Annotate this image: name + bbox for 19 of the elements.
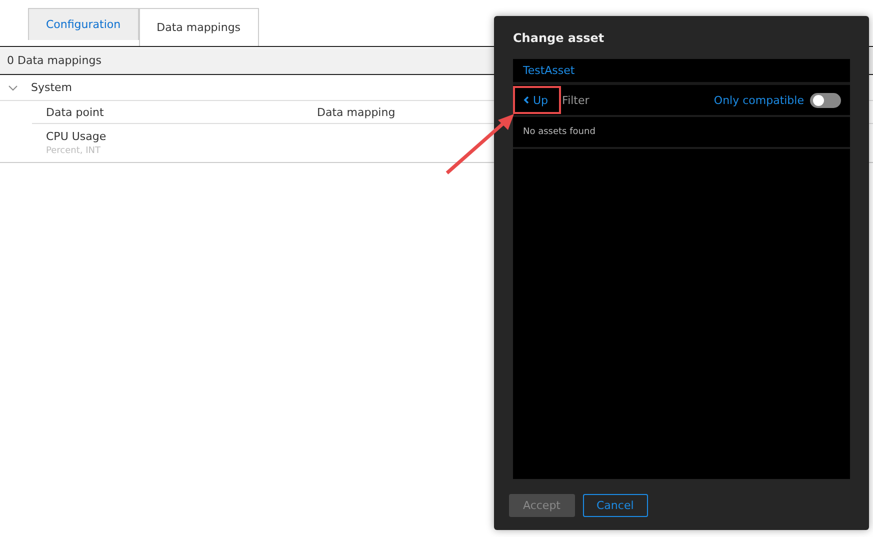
cancel-button[interactable]: Cancel <box>582 494 648 517</box>
empty-message: No assets found <box>513 117 850 149</box>
annotation-arrow <box>444 112 516 176</box>
chevron-icon <box>523 96 529 104</box>
up-button[interactable]: Up <box>523 94 554 106</box>
chevron-icon[interactable] <box>8 84 18 90</box>
highlight-frame <box>513 86 561 114</box>
data-point-type: Percent, INT <box>46 146 100 156</box>
group-label: System <box>31 81 72 94</box>
data-point-name: CPU Usage <box>46 130 106 143</box>
toggle-switch[interactable] <box>810 92 841 108</box>
column-header: Data point <box>46 106 105 118</box>
column-header: Data mapping <box>317 106 396 118</box>
dialog-title: Change asset <box>513 30 606 47</box>
asset-name[interactable]: TestAsset <box>513 59 850 85</box>
filter-field[interactable]: Filter <box>560 92 708 108</box>
tab[interactable]: Data mappings <box>138 8 259 46</box>
tab[interactable]: Configuration <box>28 8 139 40</box>
toggle-label: Only compatible <box>714 94 804 106</box>
